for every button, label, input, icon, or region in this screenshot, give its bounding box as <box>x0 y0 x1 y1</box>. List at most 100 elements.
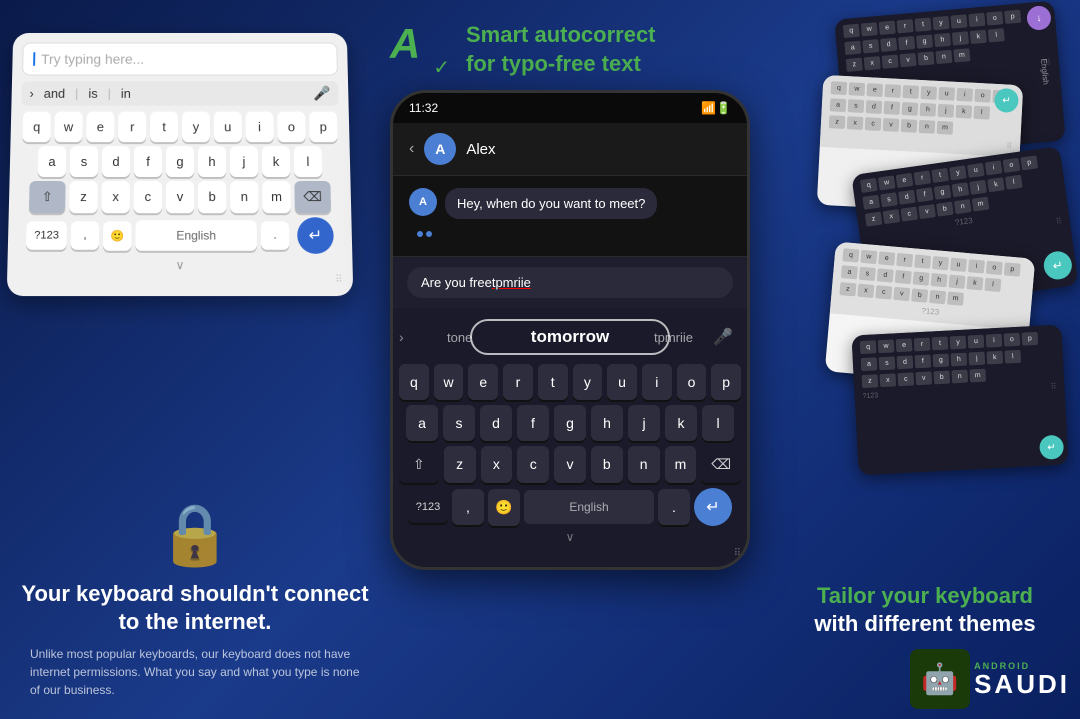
key-r[interactable]: r <box>118 112 146 143</box>
dk-enter[interactable]: ↵ <box>694 488 732 526</box>
key-o[interactable]: o <box>277 112 305 143</box>
key-z[interactable]: z <box>69 181 98 213</box>
key-f[interactable]: f <box>134 146 162 177</box>
dk-emoji[interactable]: 🙂 <box>488 489 520 526</box>
dk-c[interactable]: c <box>517 446 549 483</box>
suggestion-is[interactable]: is <box>88 86 97 101</box>
dk-mic-icon[interactable]: 🎤 <box>713 327 733 347</box>
mk: y <box>949 165 967 180</box>
suggestion-tomorrow-highlight[interactable]: tomorrow <box>470 319 670 355</box>
key-s[interactable]: s <box>70 146 98 177</box>
dk-m[interactable]: m <box>665 446 697 483</box>
period-key[interactable]: . <box>261 221 290 249</box>
dk-period[interactable]: . <box>658 489 690 525</box>
saudi-android-logo: 🤖 ANDROID SAUDI <box>910 649 1070 709</box>
key-t[interactable]: t <box>150 112 178 143</box>
dk-shift[interactable]: ⇧ <box>399 446 439 483</box>
key-w[interactable]: w <box>54 112 82 143</box>
dk-s[interactable]: s <box>443 405 475 441</box>
key-g[interactable]: g <box>166 146 194 177</box>
key-u[interactable]: u <box>214 112 242 143</box>
dk-t[interactable]: t <box>538 364 568 400</box>
mk: n <box>929 290 946 304</box>
keyboard-input-field[interactable]: Try typing here... <box>22 43 338 76</box>
phone-text-input[interactable]: Are you free tpmriie <box>407 267 733 298</box>
shift-key[interactable]: ⇧ <box>29 181 66 213</box>
mk: x <box>883 209 901 224</box>
dk-f[interactable]: f <box>517 405 549 441</box>
mk: h <box>951 353 968 367</box>
left-panel: Try typing here... › and | is | in 🎤 q w… <box>0 0 380 719</box>
dk-b[interactable]: b <box>591 446 623 483</box>
phone-header: ‹ A Alex <box>393 123 747 176</box>
dk-comma[interactable]: , <box>452 489 484 525</box>
dk-w[interactable]: w <box>434 364 464 400</box>
suggestion-tpmriie[interactable]: tpmriie <box>646 326 701 349</box>
mk: k <box>987 177 1005 192</box>
dk-j[interactable]: j <box>628 405 660 441</box>
key-k[interactable]: k <box>262 146 290 177</box>
mk: j <box>952 31 969 45</box>
key-m[interactable]: m <box>262 181 291 213</box>
phone-status-bar: 11:32 📶🔋 <box>393 93 747 123</box>
dk-y[interactable]: y <box>573 364 603 400</box>
key-v[interactable]: v <box>166 181 194 213</box>
dk-spacebar[interactable]: English <box>524 490 654 524</box>
back-arrow-icon[interactable]: ‹ <box>409 140 414 158</box>
dk-numbers[interactable]: ?123 <box>408 491 448 523</box>
key-p[interactable]: p <box>309 112 337 143</box>
key-q[interactable]: q <box>22 112 50 143</box>
dk-k[interactable]: k <box>665 405 697 441</box>
dk-v[interactable]: v <box>554 446 586 483</box>
key-y[interactable]: y <box>182 112 210 143</box>
dk-a[interactable]: a <box>406 405 438 441</box>
key-x[interactable]: x <box>101 181 129 213</box>
dk-d[interactable]: d <box>480 405 512 441</box>
expand-icon[interactable]: › <box>399 329 404 345</box>
dk-p[interactable]: p <box>711 364 741 400</box>
dk-z[interactable]: z <box>444 446 476 483</box>
dk-o[interactable]: o <box>677 364 707 400</box>
key-i[interactable]: i <box>246 112 274 143</box>
dk-r[interactable]: r <box>503 364 533 400</box>
mk: a <box>830 98 847 112</box>
dk-g[interactable]: g <box>554 405 586 441</box>
comma-key[interactable]: , <box>71 221 100 249</box>
spacebar[interactable]: English <box>135 220 257 251</box>
key-n[interactable]: n <box>230 181 258 213</box>
key-c[interactable]: c <box>134 181 162 213</box>
mk: l <box>988 28 1005 42</box>
key-d[interactable]: d <box>102 146 130 177</box>
enter-key[interactable]: ↵ <box>297 217 334 254</box>
message-bubble: Hey, when do you want to meet? <box>445 188 657 219</box>
dk-i[interactable]: i <box>642 364 672 400</box>
key-h[interactable]: h <box>198 146 226 177</box>
dk-backspace[interactable]: ⌫ <box>701 446 741 483</box>
dk-h[interactable]: h <box>591 405 623 441</box>
backspace-key[interactable]: ⌫ <box>294 181 331 213</box>
suggestion-in[interactable]: in <box>121 86 131 101</box>
dk-x[interactable]: x <box>481 446 513 483</box>
dk-u[interactable]: u <box>607 364 637 400</box>
numbers-key[interactable]: ?123 <box>26 221 67 249</box>
key-j[interactable]: j <box>230 146 258 177</box>
dk-n[interactable]: n <box>628 446 660 483</box>
keyboard-dots: ⠿ <box>17 274 343 285</box>
mk: p <box>1020 155 1038 170</box>
keyboard-row-3: ⇧ z x c v b n m ⌫ <box>19 181 341 213</box>
emoji-key[interactable]: 🙂 <box>103 221 132 251</box>
key-b[interactable]: b <box>198 181 226 213</box>
teal-btn-5[interactable]: ↵ <box>1039 435 1064 460</box>
mk: m <box>937 121 954 135</box>
dk-e[interactable]: e <box>468 364 498 400</box>
teal-enter-button[interactable]: ↵ <box>1042 250 1074 282</box>
key-a[interactable]: a <box>38 146 67 177</box>
mk: d <box>877 268 894 282</box>
dk-l[interactable]: l <box>702 405 734 441</box>
suggestion-and[interactable]: and <box>44 86 66 101</box>
chevron-right-icon[interactable]: › <box>29 86 34 101</box>
dk-q[interactable]: q <box>399 364 429 400</box>
mic-icon[interactable]: 🎤 <box>313 85 331 102</box>
key-l[interactable]: l <box>294 146 323 177</box>
key-e[interactable]: e <box>86 112 114 143</box>
